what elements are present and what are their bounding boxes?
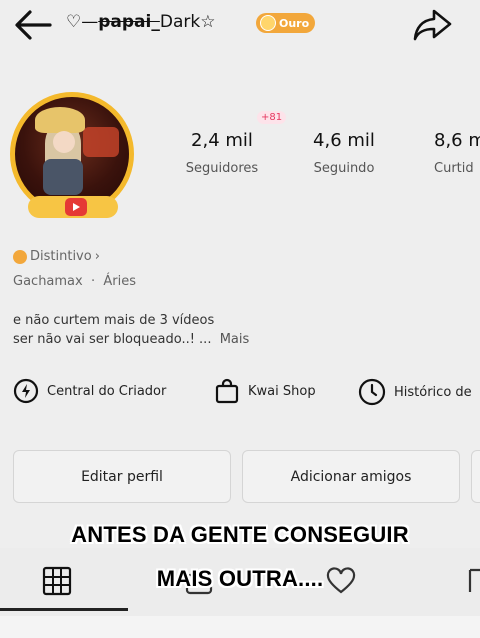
add-friends-label: Adicionar amigos — [290, 468, 412, 485]
heart-outline-icon: ♡— — [66, 12, 99, 32]
stat-likes[interactable]: 8,6 m Curtid — [434, 130, 480, 176]
back-button[interactable] — [12, 6, 54, 44]
following-count: 4,6 mil — [313, 130, 375, 151]
distintivo-label: Distintivo — [30, 249, 92, 264]
badge-coin-icon — [13, 249, 27, 264]
profile-avatar[interactable] — [10, 92, 134, 222]
profile-meta: Gachamax · Áries — [13, 274, 136, 289]
lightning-circle-icon — [13, 378, 39, 404]
chevron-right-icon: › — [94, 249, 100, 264]
followers-label: Seguidores — [185, 161, 259, 176]
likes-label: Curtid — [434, 161, 474, 176]
clock-icon — [358, 378, 386, 406]
new-followers-badge: +81 — [257, 111, 287, 124]
likes-count: 8,6 m — [434, 130, 480, 151]
kwai-shop-link[interactable]: Kwai Shop — [214, 378, 316, 404]
play-icon — [65, 198, 87, 216]
active-tab-indicator — [0, 608, 128, 611]
overlay-caption-line-1: ANTES DA GENTE CONSEGUIR — [71, 522, 409, 547]
bio-more-link[interactable]: Mais — [220, 332, 250, 347]
edit-profile-button[interactable]: Editar perfil — [13, 450, 231, 503]
share-button[interactable] — [410, 6, 454, 44]
bio-line-1: e não curtem mais de 3 vídeos — [13, 313, 215, 328]
more-options-button[interactable] — [471, 450, 480, 503]
stat-followers[interactable]: 2,4 mil Seguidores — [172, 130, 272, 176]
shopping-bag-icon — [215, 378, 239, 404]
feed-area — [0, 616, 480, 638]
gold-badge[interactable]: Ouro — [256, 13, 316, 33]
kwai-shop-label: Kwai Shop — [248, 383, 316, 399]
overlay-caption-line-2: MAIS OUTRA.... — [156, 566, 324, 591]
star-icon: ☆ — [200, 12, 216, 32]
top-bar: ♡—papai_Dark☆ Ouro — [0, 0, 480, 50]
profile-bio: e não curtem mais de 3 vídeos ser não va… — [13, 311, 249, 349]
badge-label: Ouro — [279, 16, 310, 30]
username-suffix: Dark — [159, 12, 201, 32]
following-label: Seguindo — [313, 161, 375, 176]
coin-icon — [260, 15, 276, 31]
stat-following[interactable]: 4,6 mil Seguindo — [294, 130, 394, 176]
followers-count: 2,4 mil — [191, 130, 253, 151]
profile-username: ♡—papai_Dark☆ — [66, 12, 215, 32]
arrow-left-icon — [15, 10, 52, 40]
username-text: papai_ — [98, 12, 160, 32]
add-friends-button[interactable]: Adicionar amigos — [242, 450, 460, 503]
edit-profile-label: Editar perfil — [81, 468, 163, 485]
creator-center-label: Central do Criador — [47, 383, 167, 399]
history-label: Histórico de — [394, 384, 472, 400]
share-arrow-icon — [413, 9, 452, 41]
bio-line-2: ser não vai ser bloqueado..! ... — [13, 332, 212, 347]
distintivo-link[interactable]: Distintivo › — [13, 249, 100, 264]
creator-center-link[interactable]: Central do Criador — [13, 378, 166, 404]
history-link[interactable]: Histórico de — [358, 378, 472, 406]
